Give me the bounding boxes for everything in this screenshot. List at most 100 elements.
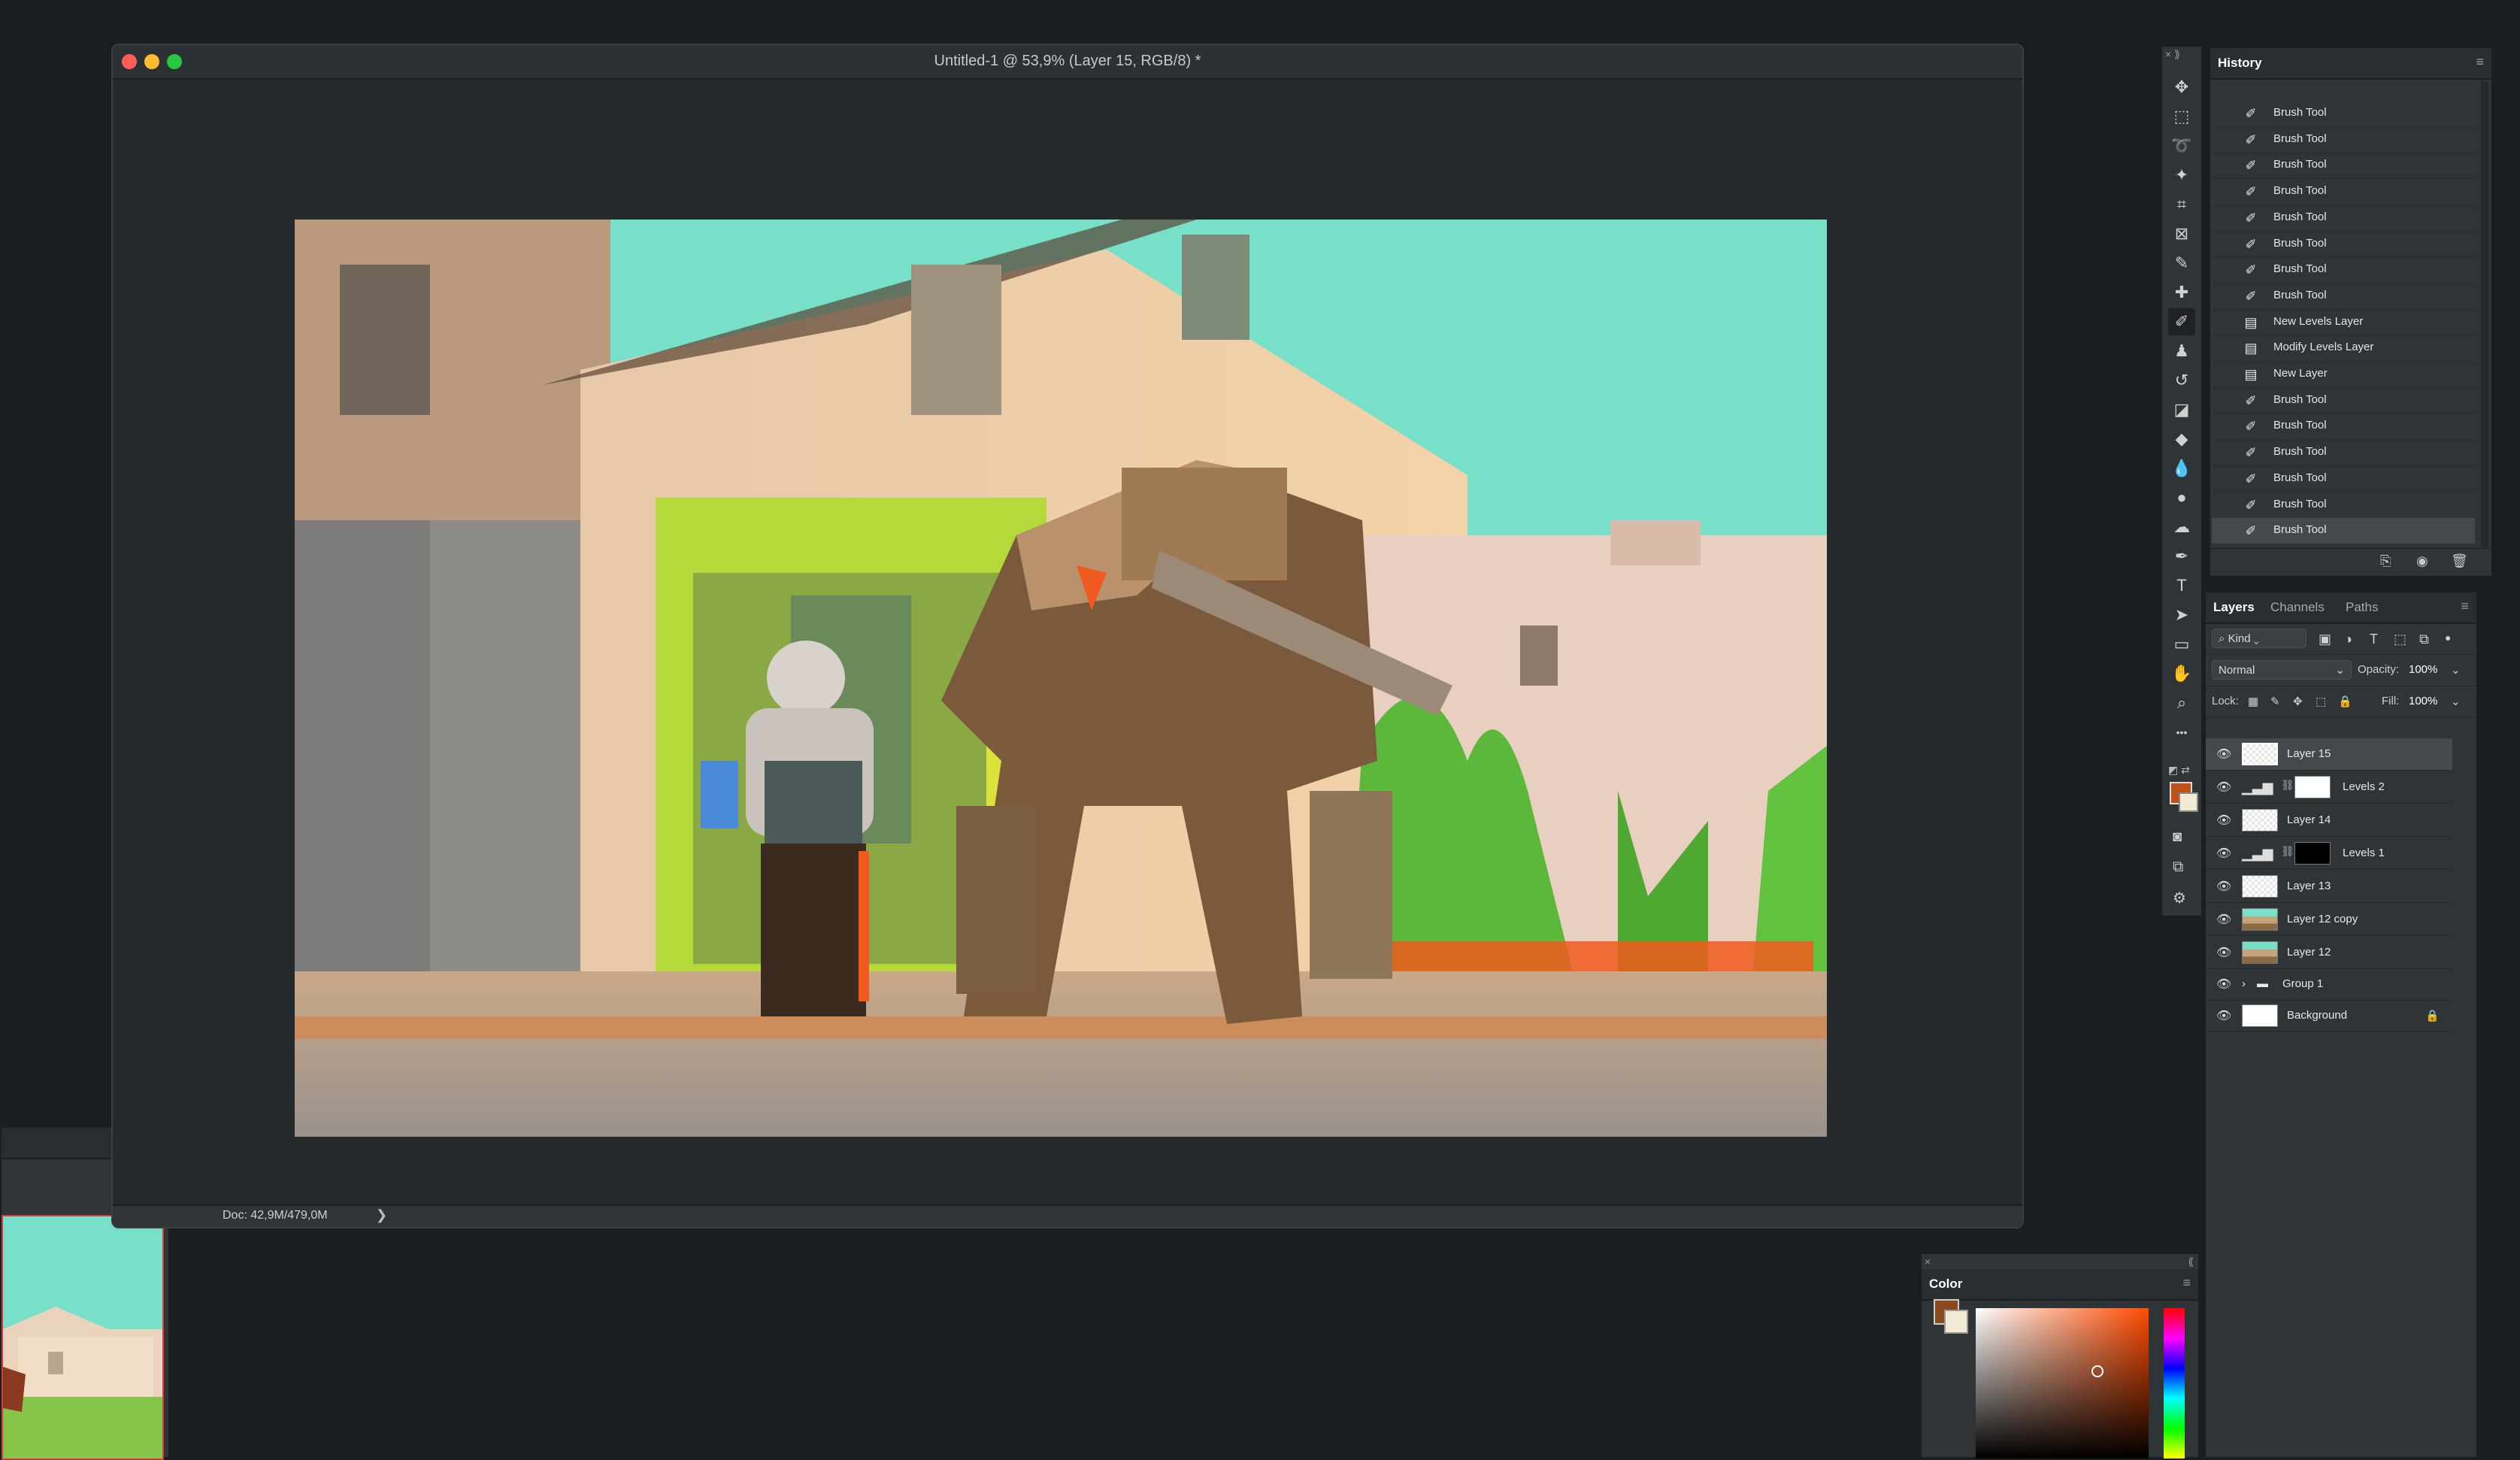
filter-type-icon[interactable]: T — [2370, 632, 2378, 647]
filter-toggle-icon[interactable]: ● — [2445, 632, 2451, 644]
layer-row[interactable]: 👁 ▁▃▆ ⛓ Levels 1 — [2206, 838, 2452, 870]
move-tool-icon[interactable]: ✥ — [2168, 74, 2195, 101]
history-item[interactable]: ✐ Brush Tool — [2212, 492, 2475, 519]
color-picker-marker[interactable] — [2091, 1365, 2104, 1377]
blur-tool-icon[interactable]: 💧 — [2168, 455, 2195, 482]
hue-slider[interactable] — [2164, 1308, 2185, 1458]
magic-wand-icon[interactable]: ✦ — [2168, 162, 2195, 189]
document-titlebar[interactable]: Untitled-1 @ 53,9% (Layer 15, RGB/8) * — [113, 45, 2022, 80]
edit-toolbar-icon[interactable]: ⚙ — [2173, 889, 2186, 907]
artwork-canvas[interactable] — [295, 220, 1827, 1137]
filter-smartobject-icon[interactable]: ⧉ — [2419, 632, 2429, 647]
tab-layers[interactable]: Layers — [2213, 600, 2255, 615]
zoom-tool-icon[interactable]: ⌕ — [2168, 689, 2195, 716]
history-item[interactable]: ✐ Brush Tool — [2212, 101, 2475, 127]
filter-pixel-icon[interactable]: ▣ — [2319, 632, 2331, 647]
history-item[interactable]: ▤ New Levels Layer — [2212, 310, 2475, 336]
lock-all-icon[interactable]: 🔒 — [2338, 695, 2352, 708]
layer-name[interactable]: Background — [2287, 1009, 2347, 1022]
layer-row[interactable]: 👁 Layer 12 — [2206, 937, 2452, 969]
rectangle-tool-icon[interactable]: ▭ — [2168, 631, 2195, 658]
canvas-area[interactable] — [113, 80, 2022, 1180]
layer-thumbnail[interactable] — [2242, 875, 2278, 898]
tab-paths[interactable]: Paths — [2346, 600, 2378, 615]
layer-row[interactable]: 👁 Layer 12 copy — [2206, 904, 2452, 936]
layer-row[interactable]: 👁 ▁▃▆ ⛓ Levels 2 — [2206, 771, 2452, 804]
kind-filter-select[interactable]: ⌕ Kind ⌄ — [2212, 629, 2306, 648]
blend-mode-select[interactable]: Normal ⌄ — [2212, 660, 2352, 680]
tab-color[interactable]: Color — [1929, 1277, 1962, 1292]
layer-mask-thumbnail[interactable] — [2294, 842, 2331, 865]
layer-thumbnail[interactable] — [2242, 941, 2278, 964]
smudge-tool-icon[interactable]: ☁ — [2168, 513, 2195, 541]
opacity-value[interactable]: 100% — [2409, 663, 2437, 676]
marquee-tool-icon[interactable]: ⬚ — [2168, 103, 2195, 130]
panel-close-icon[interactable]: × — [1925, 1256, 1931, 1268]
visibility-eye-icon[interactable]: 👁 — [2216, 813, 2231, 828]
panel-collapse-icon[interactable]: ⟪ — [2188, 1256, 2194, 1268]
screen-mode-icon[interactable]: ⧉ — [2173, 859, 2183, 876]
snapshot-camera-icon[interactable]: ◉ — [2416, 553, 2428, 569]
visibility-eye-icon[interactable]: 👁 — [2216, 747, 2231, 762]
eraser-icon[interactable]: ◪ — [2168, 396, 2195, 423]
more-tools-icon[interactable]: ••• — [2168, 719, 2195, 746]
stamp-tool-icon[interactable]: ♟ — [2168, 338, 2195, 365]
history-item[interactable]: ✐ Brush Tool — [2212, 232, 2475, 258]
layer-name[interactable]: Layer 13 — [2287, 880, 2331, 892]
pen-tool-icon[interactable]: ✒ — [2168, 543, 2195, 570]
lasso-tool-icon[interactable]: ➰ — [2168, 132, 2195, 159]
layer-name[interactable]: Levels 1 — [2343, 847, 2385, 859]
history-item[interactable]: ✐ Brush Tool — [2212, 205, 2475, 232]
layer-row[interactable]: 👁 Layer 13 — [2206, 871, 2452, 903]
filter-shape-icon[interactable]: ⬚ — [2394, 632, 2406, 647]
layer-thumbnail[interactable] — [2242, 743, 2278, 765]
opacity-dropdown-icon[interactable]: ⌄ — [2451, 663, 2461, 677]
visibility-eye-icon[interactable]: 👁 — [2216, 912, 2231, 927]
history-item[interactable]: ✐ Brush Tool — [2212, 518, 2475, 545]
visibility-eye-icon[interactable]: 👁 — [2216, 846, 2231, 861]
layer-name[interactable]: Levels 2 — [2343, 780, 2385, 793]
history-item[interactable]: ✐ Brush Tool — [2212, 127, 2475, 153]
layer-row[interactable]: 👁 › ▬ Group 1 — [2206, 968, 2452, 1001]
eyedropper-icon[interactable]: ✎ — [2168, 250, 2195, 277]
frame-tool-icon[interactable]: ⊠ — [2168, 220, 2195, 247]
layer-name[interactable]: Group 1 — [2282, 977, 2323, 990]
mask-link-icon[interactable]: ⛓ — [2281, 779, 2294, 792]
history-item[interactable]: ✐ Brush Tool — [2212, 257, 2475, 284]
layer-thumbnail[interactable] — [2242, 809, 2278, 831]
paint-bucket-icon[interactable]: ◆ — [2168, 426, 2195, 453]
visibility-eye-icon[interactable]: 👁 — [2216, 879, 2231, 894]
visibility-eye-icon[interactable]: 👁 — [2216, 945, 2231, 960]
layer-row[interactable]: 👁 Layer 14 — [2206, 804, 2452, 837]
layer-row[interactable]: 👁 Layer 15 — [2206, 738, 2452, 771]
history-scrollbar[interactable] — [2481, 81, 2488, 547]
fill-dropdown-icon[interactable]: ⌄ — [2451, 695, 2461, 708]
healing-brush-icon[interactable]: ✚ — [2168, 279, 2195, 306]
history-item[interactable]: ✐ Brush Tool — [2212, 388, 2475, 414]
history-item[interactable]: ✐ Brush Tool — [2212, 413, 2475, 441]
layer-mask-thumbnail[interactable] — [2294, 776, 2331, 798]
panel-menu-icon[interactable]: ≡ — [2476, 54, 2484, 70]
lock-artboard-icon[interactable]: ⬚ — [2316, 695, 2326, 708]
navigator-thumbnail[interactable] — [2, 1215, 164, 1460]
path-select-icon[interactable]: ➤ — [2168, 601, 2195, 629]
filter-adjustment-icon[interactable]: ◑ — [2344, 632, 2352, 647]
history-item[interactable]: ✐ Brush Tool — [2212, 466, 2475, 492]
panel-menu-icon[interactable]: ≡ — [2182, 1275, 2191, 1291]
layer-name[interactable]: Layer 12 copy — [2287, 913, 2358, 925]
document-size-status[interactable]: Doc: 42,9M/479,0M — [223, 1209, 328, 1222]
status-expand-icon[interactable]: ❯ — [376, 1207, 387, 1223]
mask-link-icon[interactable]: ⛓ — [2281, 845, 2294, 858]
crop-tool-icon[interactable]: ⌗ — [2168, 191, 2195, 218]
layer-thumbnail[interactable] — [2242, 908, 2278, 931]
lock-position-icon[interactable]: ✥ — [2293, 695, 2303, 708]
history-item[interactable]: ✐ Brush Tool — [2212, 153, 2475, 180]
tab-history[interactable]: History — [2218, 56, 2262, 71]
history-item[interactable]: ▤ New Layer — [2212, 362, 2475, 388]
visibility-eye-icon[interactable]: 👁 — [2216, 780, 2231, 795]
hand-tool-icon[interactable]: ✋ — [2168, 660, 2195, 687]
color-background-swatch[interactable] — [1944, 1310, 1968, 1334]
type-tool-icon[interactable]: T — [2168, 572, 2195, 599]
quick-mask-icon[interactable]: ◙ — [2173, 828, 2182, 846]
history-item[interactable]: ✐ Brush Tool — [2212, 283, 2475, 310]
